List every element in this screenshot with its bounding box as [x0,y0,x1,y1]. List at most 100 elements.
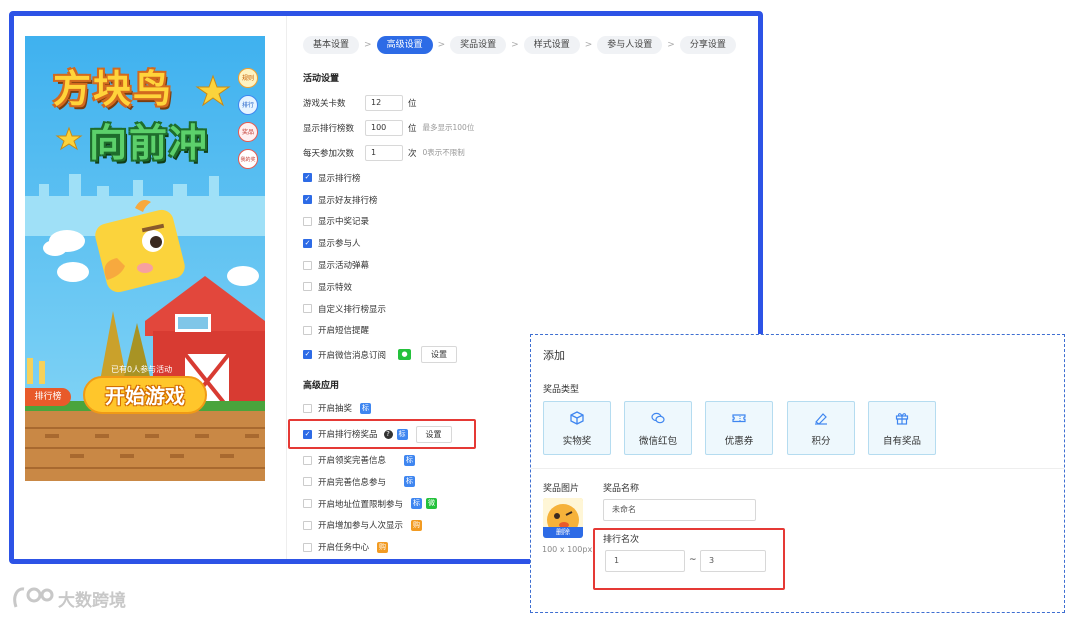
step-prize[interactable]: 奖品设置 [450,36,507,54]
prize-type-physical[interactable]: 实物奖 [543,401,611,455]
check-show-barrage[interactable]: 显示活动弹幕 [303,254,758,276]
dialog-title: 添加 [543,349,565,362]
checkbox-icon[interactable] [303,216,312,226]
rules-icon[interactable]: 规则 [238,68,258,88]
rules-icon-label: 规则 [241,75,254,82]
prize-name-input[interactable]: 未命名 [603,499,756,521]
highlight-rank-prize [288,419,476,449]
check-label: 显示活动弹幕 [318,261,370,272]
rank-count-input[interactable]: 100 [365,119,403,136]
prize-type-points[interactable]: 积分 [787,401,855,455]
checkbox-icon[interactable] [303,304,312,314]
prize-type-label-text: 实物奖 [562,436,592,447]
checkbox-icon[interactable] [303,282,312,292]
watermark-logo-icon [13,587,54,608]
add-prize-dialog: 添加 奖品类型 实物奖 微信红包 优惠券 积分 自有奖品 奖品图片 删除 100… [530,334,1065,613]
levels-label: 游戏关卡数 [303,98,346,109]
checkbox-icon[interactable] [303,325,312,335]
step-arrow-icon: > [364,40,372,50]
checkbox-checked-icon[interactable]: ✓ [303,350,312,360]
prize-icon[interactable]: 奖品 [238,122,258,142]
check-label: 显示中奖记录 [318,217,370,228]
prize-image-thumb[interactable]: 删除 [543,498,583,538]
game-title-line2: 向前冲 [89,121,210,165]
checkbox-icon[interactable] [303,455,312,465]
check-show-ranking[interactable]: ✓ 显示排行榜 [303,167,758,189]
checkbox-checked-icon[interactable]: ✓ [303,238,312,248]
prize-type-label-text: 积分 [811,436,831,447]
participants-count-text: 已有0人参与活动 [111,365,173,374]
ranking-tab[interactable]: 排行榜 [25,388,71,406]
check-label: 开启增加参与人次显示 [318,521,404,532]
step-basic[interactable]: 基本设置 [303,36,360,54]
coupon-icon [732,414,746,423]
step-arrow-icon: > [511,40,519,50]
rank-count-label: 显示排行榜数 [303,123,355,134]
activity-settings-title: 活动设置 [303,74,340,84]
check-show-friend-ranking[interactable]: ✓ 显示好友排行榜 [303,189,758,211]
checkbox-icon[interactable] [303,477,312,487]
step-arrow-icon: > [667,40,675,50]
prize-name-label: 奖品名称 [603,484,640,494]
check-show-participants[interactable]: ✓ 显示参与人 [303,232,758,254]
checkbox-icon[interactable] [303,403,312,413]
my-prize-icon-label: 我的奖品 [240,157,256,163]
my-prize-icon[interactable]: 我的奖品 [238,149,258,169]
checkbox-checked-icon[interactable]: ✓ [303,173,312,183]
prize-type-coupon[interactable]: 优惠券 [705,401,773,455]
wechat-badge: 微 [426,498,438,510]
gift-icon [895,413,909,425]
check-label: 开启任务中心 [318,543,370,554]
list-icon[interactable]: 排行 [238,95,258,115]
step-advanced[interactable]: 高级设置 [376,36,433,54]
delete-image-button[interactable]: 删除 [543,527,583,538]
check-label: 显示好友排行榜 [318,195,378,206]
image-size-hint: 100 x 100px [542,545,593,554]
phone-preview: 方块鸟 向前冲 规则 排行 奖品 我的奖品 已有0人参与活动 排行榜 开始游戏 [25,36,265,481]
prize-icon-label: 奖品 [241,129,254,136]
wechat-icon: ● [398,349,412,361]
check-label: 显示特效 [318,282,353,293]
daily-times-label: 每天参加次数 [303,148,355,159]
step-participants[interactable]: 参与人设置 [597,36,663,54]
points-icon [815,413,827,425]
daily-times-unit: 次 [408,148,417,159]
prize-type-own[interactable]: 自有奖品 [868,401,936,455]
step-nav: 基本设置 > 高级设置 > 奖品设置 > 样式设置 > 参与人设置 > 分享设置 [303,33,758,57]
standard-badge: 标 [360,402,372,414]
check-label: 显示排行榜 [318,173,361,184]
checkbox-icon[interactable] [303,499,312,509]
side-icon-column: 规则 排行 奖品 我的奖品 [238,68,260,169]
check-custom-ranking[interactable]: 自定义排行榜显示 [303,298,758,320]
checkbox-icon[interactable] [303,542,312,552]
highlight-rank-range [593,528,785,590]
prize-type-label-text: 优惠券 [724,436,754,447]
check-label: 开启微信消息订阅 [318,350,387,361]
watermark-text: 大数跨境 [58,590,126,611]
daily-times-hint: 0表示不限制 [422,148,465,157]
levels-unit: 位 [408,98,417,109]
levels-input[interactable]: 12 [365,94,403,111]
check-label: 开启领奖完善信息 [318,456,387,467]
checkbox-icon[interactable] [303,260,312,270]
wechat-sub-settings-button[interactable]: 设置 [421,346,458,364]
checkbox-icon[interactable] [303,520,312,530]
check-show-winners[interactable]: 显示中奖记录 [303,211,758,233]
start-game-button[interactable]: 开始游戏 [83,376,207,414]
step-style[interactable]: 样式设置 [523,36,580,54]
dialog-divider [531,468,1064,469]
daily-times-input[interactable]: 1 [365,144,403,161]
standard-badge: 标 [411,498,423,510]
check-label: 自定义排行榜显示 [318,304,387,315]
standard-badge: 标 [404,454,416,466]
prize-type-wechat-redpacket[interactable]: 微信红包 [624,401,692,455]
standard-badge: 标 [404,476,416,488]
checkbox-checked-icon[interactable]: ✓ [303,195,312,205]
step-share[interactable]: 分享设置 [679,36,736,54]
rank-count-row: 显示排行榜数 100 位 最多显示100位 [303,115,758,140]
check-show-effects[interactable]: 显示特效 [303,276,758,298]
prize-type-label: 奖品类型 [543,385,580,395]
check-label: 开启抽奖 [318,404,353,415]
step-arrow-icon: > [437,40,446,50]
purchase-badge: 购 [411,519,423,531]
